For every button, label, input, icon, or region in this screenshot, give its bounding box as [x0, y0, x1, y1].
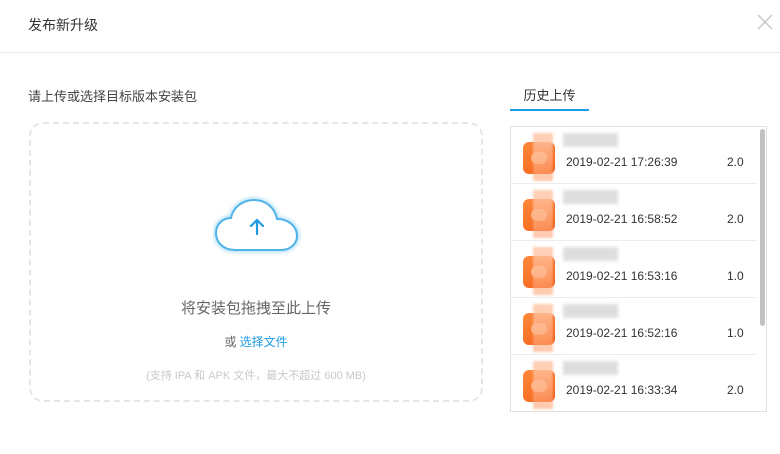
- upload-date: 2019-02-21 16:33:34: [566, 383, 678, 397]
- upload-date: 2019-02-21 16:52:16: [566, 326, 678, 340]
- redacted-app-name: [563, 190, 618, 204]
- version-number: 2.0: [727, 383, 744, 397]
- or-select-line: 或 选择文件: [31, 333, 481, 350]
- cloud-upload-icon: [213, 196, 303, 258]
- or-label: 或: [224, 335, 237, 349]
- redacted-app-name: [563, 133, 618, 147]
- redacted-app-name: [563, 304, 618, 318]
- file-hint: (支持 IPA 和 APK 文件，最大不超过 600 MB): [146, 370, 366, 382]
- redacted-mark: [533, 247, 553, 295]
- choose-file-link[interactable]: 选择文件: [240, 335, 288, 349]
- redacted-mark: [533, 190, 553, 238]
- history-item[interactable]: 2019-02-21 16:53:16 1.0: [511, 241, 757, 298]
- tab-history-uploads[interactable]: 历史上传: [510, 80, 589, 111]
- redacted-mark: [533, 304, 553, 352]
- redacted-app-name: [563, 247, 618, 261]
- upload-date: 2019-02-21 16:53:16: [566, 269, 678, 283]
- upload-prompt: 请上传或选择目标版本安装包: [28, 89, 198, 104]
- drop-instruction: 将安装包拖拽至此上传: [180, 300, 331, 317]
- history-item[interactable]: 2019-02-21 16:58:52 2.0: [511, 184, 757, 241]
- upload-dropzone[interactable]: 将安装包拖拽至此上传 或 选择文件 (支持 IPA 和 APK 文件，最大不超过…: [29, 122, 483, 402]
- version-number: 1.0: [727, 326, 744, 340]
- history-item[interactable]: 2019-02-21 16:52:16 1.0: [511, 298, 757, 355]
- history-list[interactable]: 2019-02-21 17:26:39 2.0 2019-02-21 16:58…: [510, 126, 767, 412]
- redacted-mark: [533, 361, 553, 409]
- history-item[interactable]: 2019-02-21 16:33:34 2.0: [511, 355, 757, 411]
- dialog-title: 发布新升级: [28, 17, 98, 33]
- redacted-mark: [533, 133, 553, 181]
- version-number: 1.0: [727, 269, 744, 283]
- history-item[interactable]: 2019-02-21 17:26:39 2.0: [511, 127, 757, 184]
- history-scrollbar[interactable]: [760, 129, 765, 326]
- close-icon[interactable]: [755, 12, 775, 32]
- version-number: 2.0: [727, 212, 744, 226]
- dialog-header: 发布新升级: [0, 0, 780, 53]
- redacted-app-name: [563, 361, 618, 375]
- upload-date: 2019-02-21 17:26:39: [566, 155, 678, 169]
- version-number: 2.0: [727, 155, 744, 169]
- upload-date: 2019-02-21 16:58:52: [566, 212, 678, 226]
